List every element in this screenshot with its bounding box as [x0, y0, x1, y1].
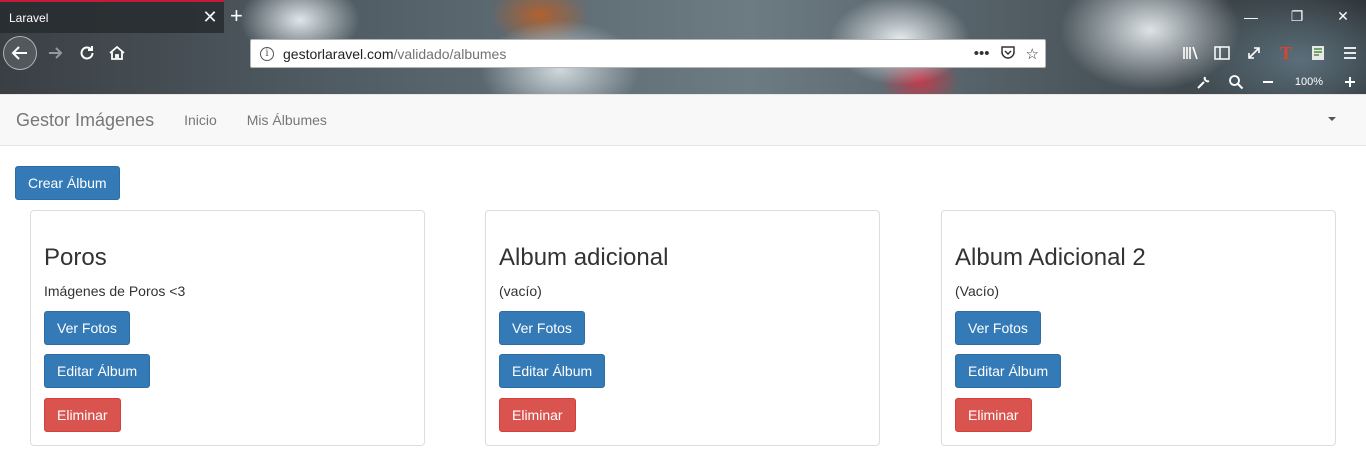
nav-link-mis-albumes[interactable]: Mis Álbumes — [232, 112, 342, 128]
album-title: Album adicional — [499, 244, 669, 271]
create-album-button[interactable]: Crear Álbum — [15, 166, 120, 200]
menu-icon[interactable] — [1334, 39, 1366, 67]
edit-album-button[interactable]: Editar Álbum — [44, 354, 151, 388]
bookmark-star-icon[interactable]: ☆ — [1026, 45, 1039, 63]
url-bar[interactable]: i gestorlaravel.com/validado/albumes •••… — [250, 39, 1046, 68]
site-info-icon[interactable]: i — [251, 46, 283, 61]
tab-title: Laravel — [9, 10, 49, 25]
album-description: (vacío) — [499, 283, 542, 299]
delete-album-button[interactable]: Eliminar — [44, 398, 121, 432]
album-description: (Vacío) — [955, 283, 1000, 299]
app-navbar: Gestor Imágenes Inicio Mis Álbumes — [0, 94, 1366, 146]
back-arrow-icon[interactable] — [3, 36, 37, 70]
pocket-icon[interactable] — [1000, 44, 1016, 64]
browser-tab[interactable]: Laravel ✕ — [0, 0, 224, 33]
album-card: Poros Imágenes de Poros <3 Ver Fotos Edi… — [30, 210, 425, 446]
view-photos-button[interactable]: Ver Fotos — [499, 311, 585, 345]
extension-reader-icon[interactable] — [1302, 39, 1334, 67]
window-close-icon[interactable]: ✕ — [1320, 0, 1366, 33]
nav-link-inicio[interactable]: Inicio — [169, 112, 232, 128]
edit-album-button[interactable]: Editar Álbum — [499, 354, 606, 388]
tab-close-icon[interactable]: ✕ — [196, 7, 224, 28]
album-title: Album Adicional 2 — [955, 244, 1146, 271]
album-title: Poros — [44, 244, 107, 271]
forward-arrow-icon[interactable] — [43, 40, 69, 66]
album-card: Album Adicional 2 (Vacío) Ver Fotos Edit… — [941, 210, 1336, 446]
toolbar-right-icons: T — [1174, 39, 1366, 67]
window-controls: — ❐ ✕ — [1228, 0, 1366, 33]
extension-t-icon[interactable]: T — [1270, 39, 1302, 67]
library-icon[interactable] — [1174, 39, 1206, 67]
zoom-in-icon[interactable] — [1334, 71, 1366, 93]
url-path: /validado/albumes — [393, 45, 507, 62]
minimize-icon[interactable]: — — [1228, 0, 1274, 33]
delete-album-button[interactable]: Eliminar — [499, 398, 576, 432]
reload-icon[interactable] — [74, 40, 100, 66]
album-description: Imágenes de Poros <3 — [44, 283, 186, 299]
delete-album-button[interactable]: Eliminar — [955, 398, 1032, 432]
restore-icon[interactable]: ❐ — [1274, 0, 1320, 33]
album-card: Album adicional (vacío) Ver Fotos Editar… — [485, 210, 880, 446]
zoom-out-icon[interactable] — [1252, 71, 1284, 93]
browser-chrome: Laravel ✕ + — ❐ ✕ i gestorlaravel.com/va… — [0, 0, 1366, 94]
navbar-brand[interactable]: Gestor Imágenes — [16, 110, 154, 131]
browser-toolbar: i gestorlaravel.com/validado/albumes •••… — [0, 33, 1366, 94]
wrench-icon[interactable] — [1188, 71, 1220, 93]
edit-album-button[interactable]: Editar Álbum — [955, 354, 1062, 388]
zoom-level[interactable]: 100% — [1284, 76, 1334, 88]
user-dropdown-caret-icon[interactable] — [1328, 117, 1336, 121]
fullscreen-icon[interactable] — [1238, 39, 1270, 67]
sidebar-icon[interactable] — [1206, 39, 1238, 67]
home-icon[interactable] — [104, 40, 130, 66]
view-photos-button[interactable]: Ver Fotos — [44, 311, 130, 345]
new-tab-icon[interactable]: + — [230, 4, 243, 28]
more-icon[interactable]: ••• — [974, 45, 990, 62]
view-photos-button[interactable]: Ver Fotos — [955, 311, 1041, 345]
zoom-controls: 100% — [1188, 71, 1366, 93]
url-text[interactable]: gestorlaravel.com/validado/albumes — [283, 46, 974, 62]
url-host: gestorlaravel.com — [283, 45, 394, 62]
zoom-magnifier-icon[interactable] — [1220, 71, 1252, 93]
